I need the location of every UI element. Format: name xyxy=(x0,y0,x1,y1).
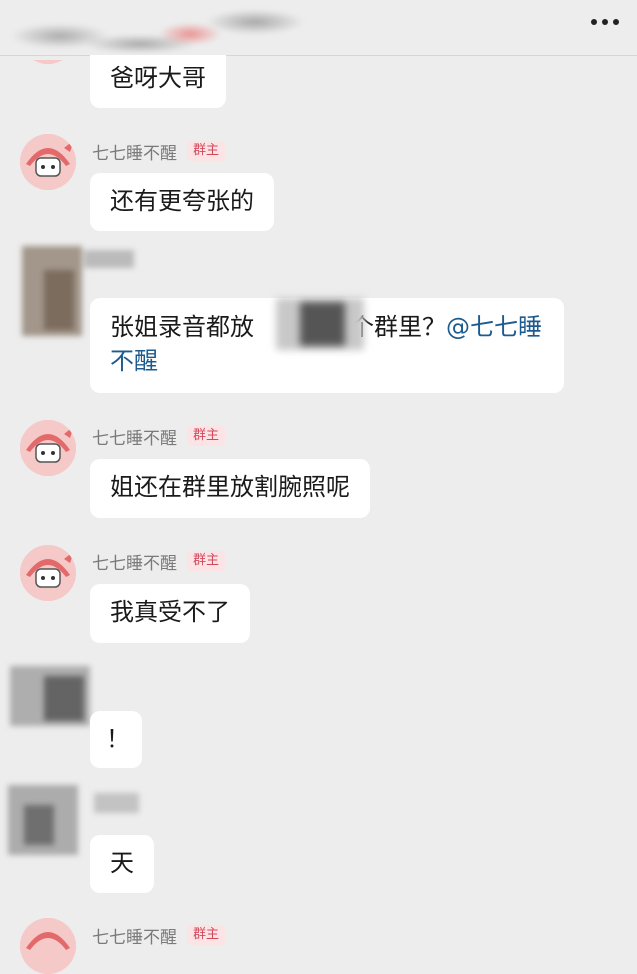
avatar[interactable] xyxy=(20,134,76,190)
blurred-avatar xyxy=(4,652,104,762)
blurred-chat-title xyxy=(0,0,320,52)
message-text: ！ xyxy=(106,725,130,753)
sender-row: 七七睡不醒 群主 xyxy=(92,139,226,164)
sender-row: 七七睡不醒 群主 xyxy=(92,549,226,574)
sender-name: 七七睡不醒 xyxy=(92,143,177,164)
message-bubble[interactable]: 姐还在群里放割腕照呢 xyxy=(90,459,370,518)
message-text: 张姐录音都放 xyxy=(110,313,254,341)
sender-row: 七七睡不醒 群主 xyxy=(92,424,226,449)
avatar[interactable] xyxy=(20,545,76,601)
more-dots-icon[interactable] xyxy=(585,8,625,36)
message-bubble[interactable]: 天 xyxy=(90,835,154,893)
message-bubble[interactable]: 我真受不了 xyxy=(90,584,250,643)
owner-badge: 群主 xyxy=(187,141,226,161)
message-text: 还有更夸张的 xyxy=(110,187,254,215)
message-bubble[interactable]: ！ xyxy=(90,711,142,768)
message-bubble[interactable]: 还有更夸张的 xyxy=(90,173,274,231)
sender-name: 七七睡不醒 xyxy=(92,428,177,449)
message-text: 姐还在群里放割腕照呢 xyxy=(110,473,350,501)
message-text: 天 xyxy=(110,849,134,877)
owner-badge: 群主 xyxy=(187,426,226,446)
sender-name: 七七睡不醒 xyxy=(92,927,177,948)
sender-row: 七七睡不醒 群主 xyxy=(92,923,226,948)
redaction-blur xyxy=(270,292,370,356)
chat-header xyxy=(0,0,637,56)
owner-badge: 群主 xyxy=(187,551,226,571)
owner-badge: 群主 xyxy=(187,925,226,945)
message-text: 我真受不了 xyxy=(110,598,230,626)
message-text: 爸呀大哥 xyxy=(110,64,206,92)
message-bubble[interactable]: 爸呀大哥 xyxy=(90,55,226,108)
avatar[interactable] xyxy=(20,918,76,974)
avatar[interactable] xyxy=(20,420,76,476)
sender-name: 七七睡不醒 xyxy=(92,553,177,574)
